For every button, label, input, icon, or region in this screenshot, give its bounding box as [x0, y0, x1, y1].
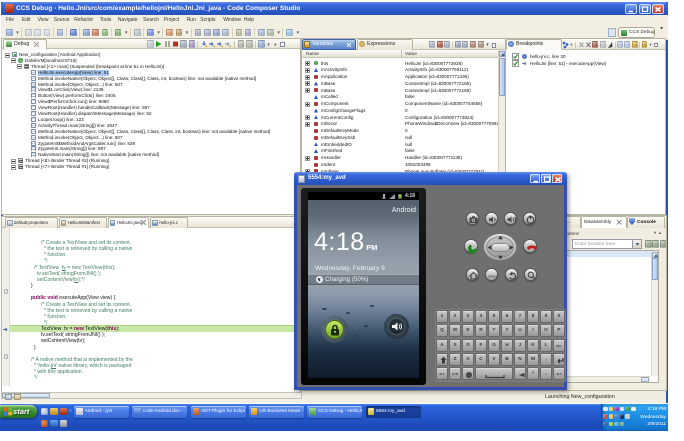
svg-text:MENU: MENU: [488, 274, 496, 278]
